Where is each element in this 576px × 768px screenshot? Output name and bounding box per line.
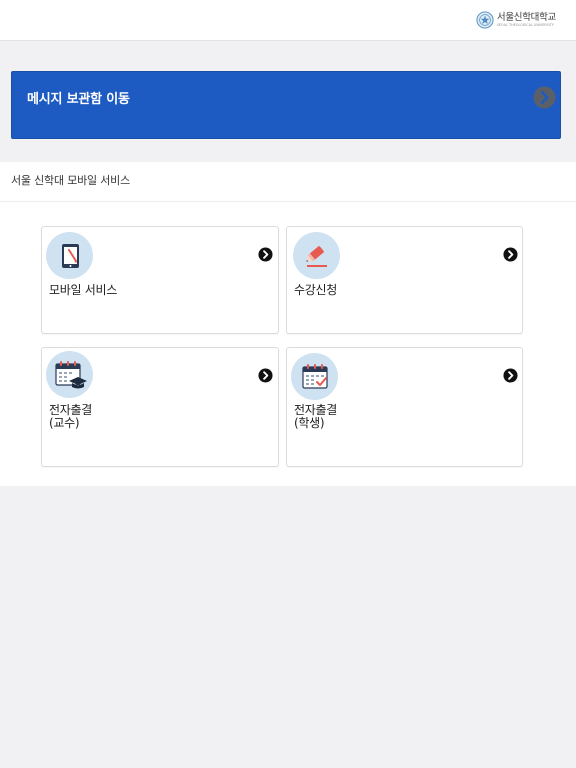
mobile-services-section: 서울 신학대 모바일 서비스 모바일 서비스 수강신청 전자출결 (교수) 전자…: [0, 162, 576, 486]
attendance-professor-card[interactable]: 전자출결 (교수): [41, 347, 279, 467]
card-label-line2: (학생): [294, 416, 325, 430]
card-label: 모바일 서비스: [49, 283, 117, 297]
calendar-graduation-cap-icon: [46, 351, 93, 398]
card-label: 전자출결 (학생): [294, 404, 337, 430]
card-label: 수강신청: [294, 283, 337, 297]
card-label-line2: (교수): [49, 416, 80, 430]
logo-korean-text: 서울신학대학교: [496, 11, 556, 23]
university-seal-icon: [476, 11, 494, 29]
chevron-right-circle-icon: [258, 247, 273, 262]
app-header: 서울신학대학교 SEOUL THEOLOGICAL UNIVERSITY: [0, 0, 576, 41]
attendance-student-card[interactable]: 전자출결 (학생): [286, 347, 523, 467]
card-label: 전자출결 (교수): [49, 404, 92, 430]
chevron-right-circle-icon: [503, 247, 518, 262]
chevron-right-circle-icon: [258, 368, 273, 383]
logo-english-text: SEOUL THEOLOGICAL UNIVERSITY: [496, 23, 554, 28]
chevron-right-circle-icon: [533, 86, 556, 109]
tablet-icon: [46, 232, 93, 279]
university-logo[interactable]: 서울신학대학교 SEOUL THEOLOGICAL UNIVERSITY: [476, 9, 556, 31]
course-registration-card[interactable]: 수강신청: [286, 226, 523, 334]
message-archive-banner-button[interactable]: 메시지 보관함 이동: [11, 71, 561, 139]
section-divider: [0, 201, 576, 202]
pencil-icon: [293, 232, 340, 279]
mobile-service-card[interactable]: 모바일 서비스: [41, 226, 279, 334]
banner-label: 메시지 보관함 이동: [27, 92, 130, 107]
calendar-check-icon: [291, 353, 338, 400]
section-title: 서울 신학대 모바일 서비스: [11, 174, 131, 187]
chevron-right-circle-icon: [503, 368, 518, 383]
